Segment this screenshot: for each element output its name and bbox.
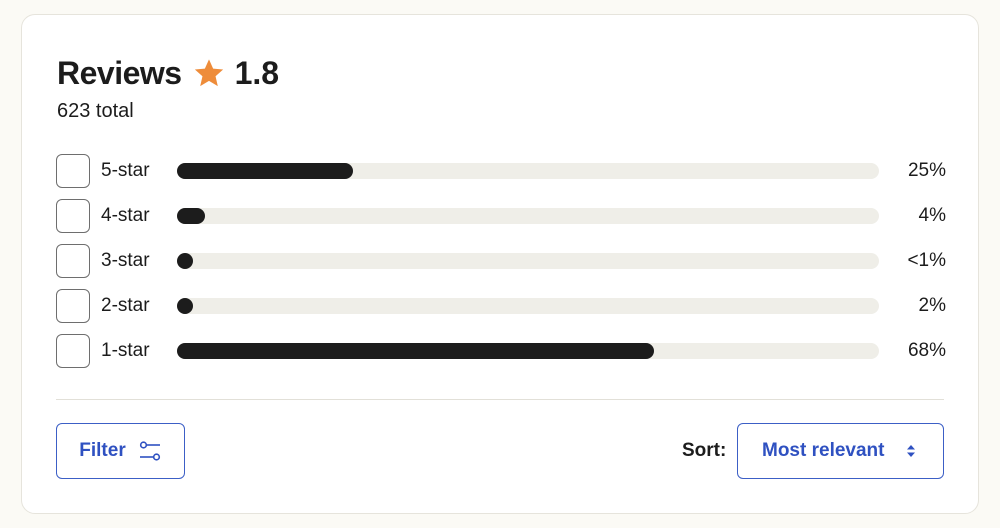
rating-bar-fill	[177, 208, 205, 224]
rating-percent: 4%	[918, 205, 946, 226]
checkbox-2-star[interactable]	[56, 289, 90, 323]
chevron-updown-icon	[905, 443, 917, 459]
rating-bar-track[interactable]	[177, 253, 879, 269]
reviews-title: Reviews	[57, 54, 182, 91]
reviews-total: 623 total	[57, 100, 134, 122]
reviews-header: Reviews 1.8	[57, 53, 279, 93]
rating-percent: <1%	[907, 250, 946, 271]
rating-bar-fill	[177, 298, 193, 314]
rating-label: 2-star	[101, 295, 150, 316]
rating-row-5-star: 5-star 25%	[56, 154, 946, 188]
checkbox-4-star[interactable]	[56, 199, 90, 233]
rating-bar-fill	[177, 163, 353, 179]
rating-bar-track[interactable]	[177, 163, 879, 179]
filter-label: Filter	[79, 440, 126, 461]
sort-value: Most relevant	[762, 440, 885, 461]
checkbox-3-star[interactable]	[56, 244, 90, 278]
rating-percent: 25%	[907, 160, 946, 181]
divider	[56, 399, 944, 400]
rating-bar-track[interactable]	[177, 343, 879, 359]
rating-row-4-star: 4-star 4%	[56, 199, 946, 233]
rating-percent: 2%	[918, 295, 946, 316]
sliders-icon	[138, 439, 162, 463]
sort-dropdown[interactable]: Most relevant	[737, 423, 944, 479]
rating-bar-fill	[177, 253, 193, 269]
rating-label: 1-star	[101, 340, 150, 361]
rating-row-3-star: 3-star <1%	[56, 244, 946, 278]
checkbox-1-star[interactable]	[56, 334, 90, 368]
rating-breakdown: 5-star 25% 4-star 4% 3-star <1% 2-star 2…	[56, 154, 946, 379]
reviews-card: Reviews 1.8 623 total 5-star 25% 4-star …	[21, 14, 979, 514]
rating-row-2-star: 2-star 2%	[56, 289, 946, 323]
filter-button[interactable]: Filter	[56, 423, 185, 479]
average-rating: 1.8	[234, 54, 280, 91]
rating-bar-track[interactable]	[177, 298, 879, 314]
star-icon	[193, 57, 225, 89]
rating-label: 5-star	[101, 160, 150, 181]
rating-label: 3-star	[101, 250, 150, 271]
rating-bar-fill	[177, 343, 654, 359]
sort-label: Sort:	[682, 440, 727, 461]
rating-label: 4-star	[101, 205, 150, 226]
rating-percent: 68%	[907, 340, 946, 361]
rating-bar-track[interactable]	[177, 208, 879, 224]
checkbox-5-star[interactable]	[56, 154, 90, 188]
rating-row-1-star: 1-star 68%	[56, 334, 946, 368]
